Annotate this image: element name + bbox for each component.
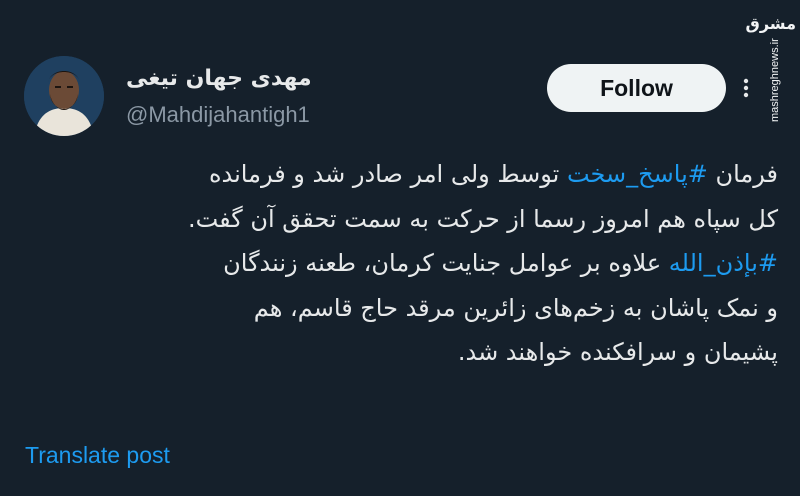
watermark-site: mashreghnews.ir (769, 38, 781, 122)
tweet-line: #بإذن_الله علاوه بر عوامل جنایت کرمان، ط… (20, 241, 778, 286)
avatar[interactable] (24, 56, 104, 136)
line-text: پشیمان و سرافکنده خواهند شد. (457, 338, 778, 366)
tweet-line: و نمک پاشان به زخم‌های زائرین مرقد حاج ق… (20, 286, 778, 331)
avatar-photo (24, 56, 104, 136)
more-options-button[interactable] (736, 78, 756, 98)
translate-post-link[interactable]: Translate post (25, 442, 170, 469)
watermark: مشرق mashreghnews.ir (745, 4, 796, 154)
follow-button[interactable]: Follow (547, 64, 726, 112)
display-name[interactable]: مهدی جهان تیغی (126, 66, 312, 91)
hashtag-link[interactable]: #بإذن_الله (669, 249, 778, 277)
ellipsis-icon (743, 78, 749, 98)
line-text: علاوه بر عوامل جنایت کرمان، طعنه زنندگان (223, 249, 669, 277)
line-text: توسط ولی امر صادر شد و فرمانده (208, 160, 567, 188)
watermark-logo: مشرق (745, 14, 796, 33)
tweet-line: پشیمان و سرافکنده خواهند شد. (20, 330, 778, 375)
line-text: فرمان (707, 160, 778, 188)
line-text: و نمک پاشان به زخم‌های زائرین مرقد حاج ق… (253, 293, 778, 322)
tweet-text: فرمان #پاسخ_سخت توسط ولی امر صادر شد و ف… (20, 152, 778, 375)
hashtag-link[interactable]: #پاسخ_سخت (567, 160, 708, 188)
tweet-line: کل سپاه هم امروز رسما از حرکت به سمت تحق… (20, 197, 778, 242)
tweet-line: فرمان #پاسخ_سخت توسط ولی امر صادر شد و ف… (20, 152, 778, 197)
line-text: کل سپاه هم امروز رسما از حرکت به سمت تحق… (187, 204, 778, 233)
user-handle[interactable]: @Mahdijahantigh1 (126, 102, 310, 128)
tweet-header: مهدی جهان تیغی @Mahdijahantigh1 Follow م… (0, 0, 800, 150)
